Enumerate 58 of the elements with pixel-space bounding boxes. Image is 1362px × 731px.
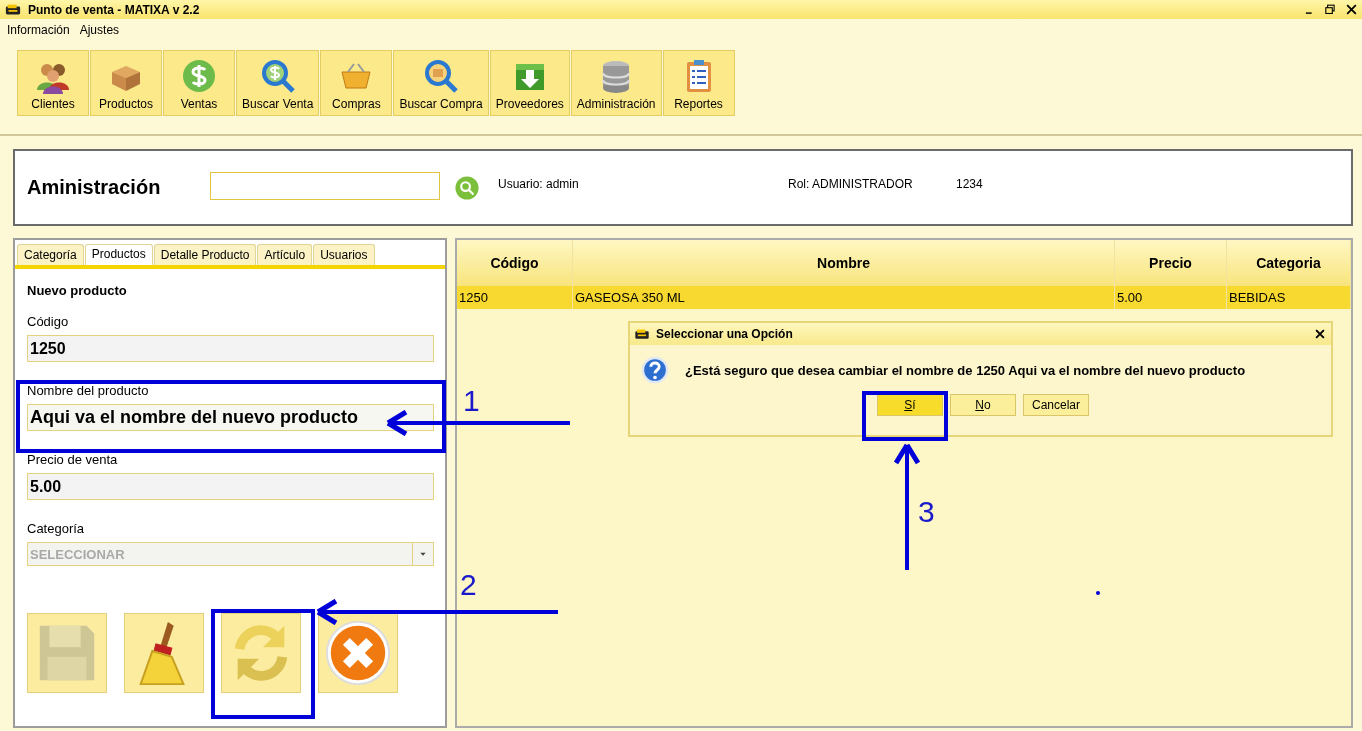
input-field[interactable]: 5.00	[27, 473, 434, 500]
dialog-message: ¿Está seguro que desea cambiar el nombre de 1250 Aqui va el nombre del nuevo producto	[685, 362, 1246, 378]
maximize-icon[interactable]	[1324, 3, 1337, 16]
table-cell: GASEOSA 350 ML	[572, 286, 1115, 309]
toolbar-button[interactable]: Proveedores	[489, 50, 570, 116]
tab[interactable]: Usuarios	[313, 244, 375, 265]
question-icon	[640, 355, 670, 385]
window-title: Punto de venta - MATIXA v 2.2	[28, 2, 201, 17]
search-icon	[423, 58, 460, 94]
toolbar-button[interactable]: Buscar Venta	[236, 50, 320, 116]
table-cell: 5.00	[1114, 286, 1227, 309]
menu-item[interactable]: Información	[7, 23, 70, 37]
close-icon[interactable]	[1345, 3, 1358, 16]
dialog-button[interactable]: Sí	[877, 394, 943, 416]
section-title: Aministración	[27, 176, 162, 199]
column-header: Precio	[1114, 240, 1227, 286]
table-cell: BEBIDAS	[1226, 286, 1351, 309]
search-field[interactable]	[210, 172, 440, 200]
field-label: Precio de venta	[27, 452, 119, 467]
table-row[interactable]: 1250 GASEOSA 350 ML 5.00 BEBIDAS	[457, 286, 1351, 309]
search-icon	[259, 58, 296, 94]
tab[interactable]: Detalle Producto	[153, 244, 257, 265]
field-label: Código	[27, 314, 70, 329]
input-field[interactable]: Aqui va el nombre del nuevo producto	[27, 404, 434, 431]
column-header: Código	[457, 240, 573, 286]
cancel-icon	[323, 618, 393, 688]
toolbar-button[interactable]: Ventas	[163, 50, 235, 116]
coin-icon	[181, 58, 217, 94]
menu-item[interactable]: Ajustes	[79, 23, 120, 37]
dialog-button[interactable]: No	[950, 394, 1016, 416]
dialog-button[interactable]: Cancelar	[1023, 394, 1089, 416]
column-header: Categoria	[1226, 240, 1351, 286]
toolbar-button[interactable]: Productos	[90, 50, 162, 116]
tab[interactable]: Categoría	[17, 244, 84, 265]
form-heading: Nuevo producto	[27, 283, 128, 298]
toolbar-button[interactable]: Compras	[320, 50, 393, 116]
user-label: Usuario: admin	[498, 176, 580, 191]
tab[interactable]: Productos	[84, 244, 153, 265]
field-label: Nombre del producto	[27, 383, 150, 398]
input-field[interactable]: 1250	[27, 335, 434, 362]
table-cell: 1250	[457, 286, 573, 309]
dialog-title: Seleccionar una Opción	[656, 327, 794, 341]
toolbar-button[interactable]: Buscar Compra	[393, 50, 489, 116]
column-header: Nombre	[572, 240, 1115, 286]
toolbar-button[interactable]: Administración	[570, 50, 662, 116]
toolbar-button[interactable]: Clientes	[17, 50, 89, 116]
action-button[interactable]	[124, 613, 204, 693]
action-button[interactable]	[318, 613, 398, 693]
role-label: Rol: ADMINISTRADOR	[788, 176, 914, 191]
code-label: 1234	[956, 176, 983, 191]
step-number: 2	[460, 570, 477, 600]
step-number: 3	[918, 497, 935, 527]
toolbar-button[interactable]: Reportes	[662, 50, 735, 116]
close-icon[interactable]	[1313, 327, 1327, 341]
step-number: 1	[463, 386, 480, 416]
tab[interactable]: Artículo	[257, 244, 313, 265]
dot	[1096, 591, 1100, 595]
field-label: Categoría	[27, 521, 86, 536]
